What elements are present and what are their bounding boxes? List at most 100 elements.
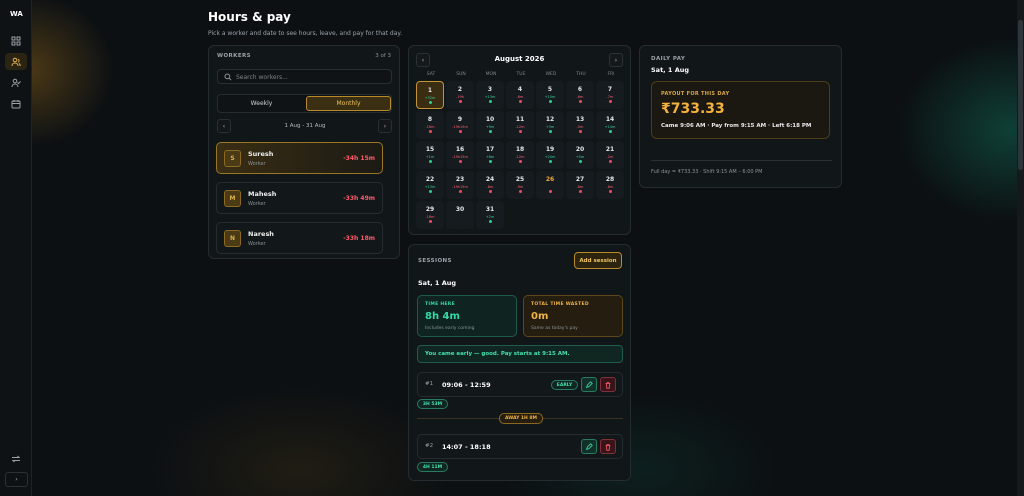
early-message: You came early — good. Pay starts at 9:1…: [417, 345, 623, 363]
calendar-day[interactable]: 8 -18m: [416, 111, 444, 139]
calendar-day[interactable]: 10 +9m: [476, 111, 504, 139]
trash-icon: [605, 443, 611, 451]
day-number: 20: [575, 146, 585, 153]
calendar-day[interactable]: 5 +10m: [536, 81, 564, 109]
time-here-value: 8h 4m: [425, 311, 460, 322]
calendar-day[interactable]: 3 +13m: [476, 81, 504, 109]
expand-sidebar-button[interactable]: ›: [5, 472, 28, 487]
calendar-day[interactable]: 20 +5m: [566, 141, 594, 169]
workers-panel: WORKERS 3 of 3 Weekly Monthly ‹ 1 Aug - …: [208, 45, 400, 259]
workers-count: 3 of 3: [375, 53, 391, 59]
calendar-day[interactable]: 12 +3m: [536, 111, 564, 139]
calendar-day[interactable]: 23 -19h15m: [446, 171, 474, 199]
day-number: 18: [515, 146, 525, 153]
status-dot: [488, 160, 492, 163]
weekday-label: TUE: [516, 72, 526, 77]
time-wasted-title: TOTAL TIME WASTED: [531, 302, 589, 307]
calendar-day[interactable]: 1 +32m: [416, 81, 444, 109]
worker-card[interactable]: N Naresh Worker -33h 18m: [216, 222, 383, 254]
calendar-day[interactable]: 17 +8m: [476, 141, 504, 169]
edit-session-button[interactable]: [581, 377, 597, 392]
calendar-day[interactable]: 11 -12m: [506, 111, 534, 139]
status-dot: [458, 190, 462, 193]
calendar-day[interactable]: 22 +13m: [416, 171, 444, 199]
day-hours-delta: -16m: [425, 215, 435, 219]
day-hours-delta: -7m: [606, 95, 614, 99]
status-dot: [488, 190, 492, 193]
status-dot: [578, 160, 582, 163]
status-dot: [428, 160, 432, 163]
worker-card[interactable]: M Mahesh Worker -33h 49m: [216, 182, 383, 214]
worker-card[interactable]: S Suresh Worker -34h 15m: [216, 142, 383, 174]
worker-name: Mahesh: [248, 190, 277, 198]
calendar-day[interactable]: 21 -2m: [596, 141, 624, 169]
calendar-day[interactable]: 27 -8m: [566, 171, 594, 199]
calendar-day[interactable]: 7 -7m: [596, 81, 624, 109]
calendar-day[interactable]: 24 -8m: [476, 171, 504, 199]
calendar-day[interactable]: 13 -5m: [566, 111, 594, 139]
day-hours-delta: +1m: [425, 155, 435, 159]
calendar-day[interactable]: 30: [446, 201, 474, 229]
day-hours-delta: +8m: [485, 155, 495, 159]
day-number: 10: [485, 116, 495, 123]
day-number: 14: [605, 116, 615, 123]
worker-hours: -34h 15m: [343, 155, 375, 162]
calendar-icon[interactable]: [5, 95, 27, 112]
status-dot: [608, 100, 612, 103]
calendar-day[interactable]: 15 +1m: [416, 141, 444, 169]
scrollbar[interactable]: [1017, 0, 1024, 496]
calendar-day[interactable]: 31 +2m: [476, 201, 504, 229]
weekly-tab[interactable]: Weekly: [219, 96, 304, 111]
page-subtitle: Pick a worker and date to see hours, lea…: [208, 30, 403, 37]
day-hours-delta: +5m: [575, 155, 585, 159]
day-number: 12: [545, 116, 555, 123]
calendar-day[interactable]: 18 -12m: [506, 141, 534, 169]
status-dot: [488, 100, 492, 103]
switch-icon[interactable]: [5, 450, 27, 467]
time-here-note: Includes early coming: [425, 326, 475, 331]
calendar-day[interactable]: 6 -6m: [566, 81, 594, 109]
next-range-button[interactable]: ›: [378, 119, 392, 133]
next-month-button[interactable]: ›: [609, 53, 623, 67]
calendar-day[interactable]: 9 -19h15m: [446, 111, 474, 139]
worker-role: Worker: [248, 161, 266, 167]
calendar-day[interactable]: 4 -6m: [506, 81, 534, 109]
status-dot: [608, 130, 612, 133]
calendar-day[interactable]: 26: [536, 171, 564, 199]
users-icon[interactable]: [5, 53, 27, 70]
user-check-icon[interactable]: [5, 74, 27, 91]
calendar-day[interactable]: 2 -19h: [446, 81, 474, 109]
day-hours-delta: +13m: [484, 95, 496, 99]
weekday-header: SAT SUN MON TUE WED THU FRI: [416, 72, 626, 77]
calendar-day[interactable]: 16 -19h15m: [446, 141, 474, 169]
time-wasted-note: Same as today's pay: [531, 326, 578, 331]
session-row: #2 14:07 - 18:18: [417, 434, 623, 459]
worker-hours: -33h 49m: [343, 195, 375, 202]
calendar-day[interactable]: 25 -9m: [506, 171, 534, 199]
calendar-day[interactable]: 19 +20m: [536, 141, 564, 169]
day-hours-delta: -12m: [515, 155, 525, 159]
day-hours-delta: -6m: [576, 95, 584, 99]
day-number: 28: [605, 176, 615, 183]
search-input[interactable]: [236, 72, 386, 82]
calendar-day[interactable]: 28 -6m: [596, 171, 624, 199]
calendar-day[interactable]: 14 +14m: [596, 111, 624, 139]
add-session-button[interactable]: Add session: [574, 252, 622, 269]
day-hours-delta: -5m: [576, 125, 584, 129]
month-title: August 2026: [494, 55, 545, 63]
worker-hours: -33h 18m: [343, 235, 375, 242]
edit-session-button[interactable]: [581, 439, 597, 454]
calendar-grid: 1 +32m 2 -19h 3 +13m 4 -6m 5 +10m 6 -6m 7 -7m 8 -18m 9 -1…: [416, 81, 626, 229]
prev-month-button[interactable]: ‹: [416, 53, 430, 67]
delete-session-button[interactable]: [600, 439, 616, 454]
shift-footer: Full day = ₹733.33 · Shift 9:15 AM – 6:0…: [651, 169, 763, 175]
dashboard-icon[interactable]: [5, 32, 27, 49]
delete-session-button[interactable]: [600, 377, 616, 392]
calendar-day[interactable]: 29 -16m: [416, 201, 444, 229]
day-hours-delta: -6m: [606, 185, 614, 189]
scrollbar-thumb[interactable]: [1018, 20, 1023, 170]
day-number: 26: [545, 176, 555, 183]
monthly-tab[interactable]: Monthly: [306, 96, 391, 111]
prev-range-button[interactable]: ‹: [217, 119, 231, 133]
status-dot: [518, 100, 522, 103]
